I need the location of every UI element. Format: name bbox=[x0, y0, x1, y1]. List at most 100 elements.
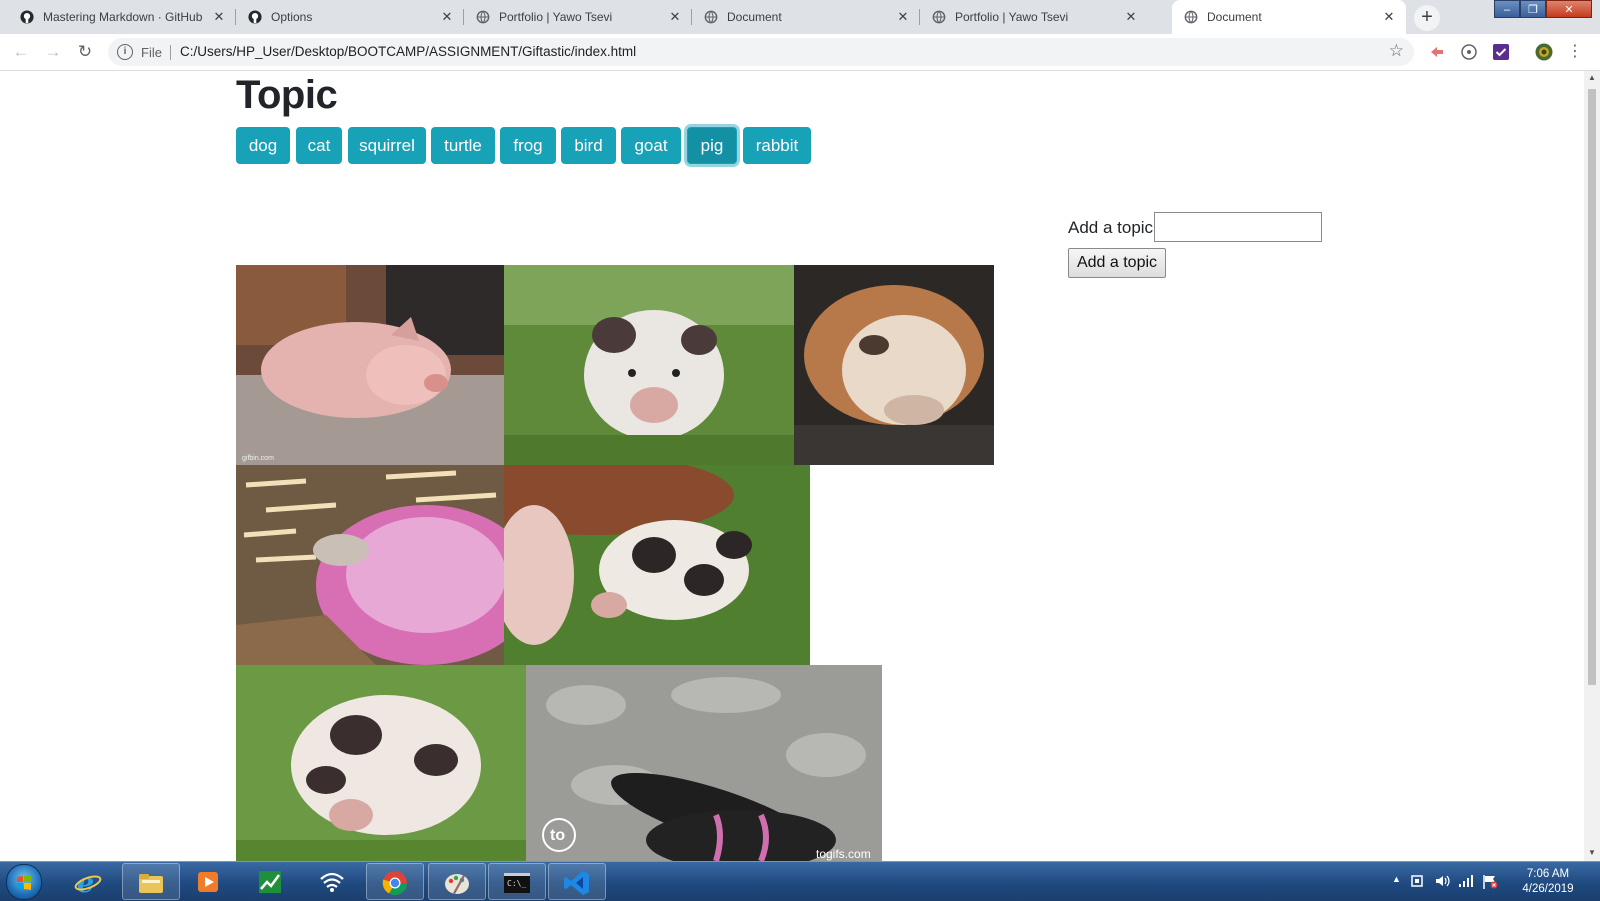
gif-logo-mark: to bbox=[550, 827, 565, 844]
network-signal-icon[interactable] bbox=[1458, 874, 1474, 888]
taskbar-paint[interactable] bbox=[428, 863, 486, 900]
browser-toolbar: ← → ↻ i File C:/Users/HP_User/Desktop/BO… bbox=[0, 34, 1600, 71]
topic-button-pig[interactable]: pig bbox=[687, 127, 737, 164]
close-window-button[interactable]: ✕ bbox=[1546, 0, 1592, 18]
profile-avatar-icon[interactable] bbox=[1535, 43, 1553, 61]
tab-close-icon[interactable]: ✕ bbox=[668, 9, 682, 25]
extension-circle-icon[interactable] bbox=[1460, 43, 1478, 61]
clock-date: 4/26/2019 bbox=[1522, 883, 1574, 895]
tab-close-icon[interactable]: ✕ bbox=[1382, 9, 1396, 25]
wifi-icon bbox=[320, 872, 344, 892]
taskbar-command-prompt[interactable]: C:\_ bbox=[488, 863, 546, 900]
gif-sleeping-piglet-image bbox=[794, 265, 994, 465]
taskbar-chrome[interactable] bbox=[366, 863, 424, 900]
action-center-flag-icon[interactable] bbox=[1482, 874, 1498, 889]
globe-icon bbox=[476, 10, 490, 24]
address-bar[interactable]: i File C:/Users/HP_User/Desktop/BOOTCAMP… bbox=[108, 38, 1414, 66]
maximize-button[interactable]: ❐ bbox=[1520, 0, 1546, 18]
tab-strip: Mastering Markdown · GitHub Guides ✕ Opt… bbox=[0, 0, 1600, 34]
add-topic-button[interactable]: Add a topic bbox=[1068, 248, 1166, 278]
taskbar-visual-studio-code[interactable] bbox=[548, 863, 606, 900]
gif-result[interactable] bbox=[504, 465, 810, 665]
gif-pig-on-carpet-image: gifbin.com bbox=[236, 265, 504, 465]
address-scheme: File bbox=[141, 45, 162, 60]
browser-tab[interactable]: Options ✕ bbox=[236, 0, 464, 34]
stock-chart-icon bbox=[259, 871, 281, 893]
show-hidden-icons-icon[interactable]: ▲ bbox=[1392, 874, 1401, 884]
tab-close-icon[interactable]: ✕ bbox=[212, 9, 226, 25]
topic-button-squirrel[interactable]: squirrel bbox=[348, 127, 426, 164]
menu-kebab-icon[interactable]: ⋮ bbox=[1564, 41, 1586, 63]
topic-button-rabbit[interactable]: rabbit bbox=[743, 127, 811, 164]
page-scrollbar[interactable]: ▲ ▼ bbox=[1584, 71, 1600, 861]
topic-button-goat[interactable]: goat bbox=[621, 127, 681, 164]
folder-icon bbox=[139, 874, 163, 893]
gif-result[interactable] bbox=[236, 465, 504, 665]
tab-close-icon[interactable]: ✕ bbox=[896, 9, 910, 25]
gif-result[interactable] bbox=[504, 265, 794, 465]
svg-text:C:\_: C:\_ bbox=[507, 879, 526, 888]
globe-icon bbox=[1184, 10, 1198, 24]
start-button[interactable] bbox=[6, 864, 42, 900]
scrollbar-thumb[interactable] bbox=[1588, 89, 1596, 685]
back-button[interactable]: ← bbox=[10, 41, 32, 63]
taskbar-stock-app[interactable] bbox=[242, 863, 300, 900]
taskbar-internet-explorer[interactable]: e bbox=[60, 863, 118, 900]
tab-title: Document bbox=[727, 10, 782, 24]
gif-result[interactable] bbox=[794, 265, 994, 465]
windows-flag-icon bbox=[17, 875, 31, 890]
scroll-up-icon[interactable]: ▲ bbox=[1584, 73, 1600, 82]
gif-piglet-tub-image bbox=[236, 465, 504, 665]
add-topic-input[interactable] bbox=[1154, 212, 1322, 242]
vscode-icon bbox=[564, 871, 589, 895]
forward-button[interactable]: → bbox=[42, 41, 64, 63]
topic-button-dog[interactable]: dog bbox=[236, 127, 290, 164]
gif-result[interactable]: gifbin.com bbox=[236, 265, 504, 465]
scroll-down-icon[interactable]: ▼ bbox=[1584, 848, 1600, 857]
address-url[interactable]: C:/Users/HP_User/Desktop/BOOTCAMP/ASSIGN… bbox=[180, 44, 636, 59]
browser-tab[interactable]: Mastering Markdown · GitHub Guides ✕ bbox=[8, 0, 236, 34]
windows-taskbar: e C:\_ ▲ 7:06 AM 4/26/2019 bbox=[0, 861, 1600, 901]
taskbar-media-player[interactable] bbox=[180, 863, 238, 900]
internet-explorer-icon: e bbox=[74, 868, 102, 896]
browser-tab[interactable]: Portfolio | Yawo Tsevi ✕ bbox=[920, 0, 1148, 34]
globe-icon bbox=[704, 10, 718, 24]
globe-icon bbox=[932, 10, 946, 24]
taskbar-clock[interactable]: 7:06 AM 4/26/2019 bbox=[1512, 867, 1584, 897]
usb-device-icon[interactable] bbox=[1410, 874, 1424, 888]
extension-cast-icon[interactable] bbox=[1428, 43, 1446, 61]
gif-result[interactable] bbox=[236, 665, 526, 861]
github-icon bbox=[20, 10, 34, 24]
taskbar-network-app[interactable] bbox=[304, 863, 362, 900]
tab-close-icon[interactable]: ✕ bbox=[440, 9, 454, 25]
github-icon bbox=[248, 10, 262, 24]
gif-result[interactable]: to togifs.com bbox=[526, 665, 882, 861]
gif-skateboard-piglet-image: to togifs.com bbox=[526, 665, 882, 861]
extension-check-icon[interactable] bbox=[1492, 43, 1510, 61]
new-tab-button[interactable]: + bbox=[1414, 5, 1440, 31]
tab-title: Portfolio | Yawo Tsevi bbox=[499, 10, 613, 24]
taskbar-file-explorer[interactable] bbox=[122, 863, 180, 900]
window-controls: – ❐ ✕ bbox=[1494, 0, 1592, 18]
minimize-button[interactable]: – bbox=[1494, 0, 1520, 18]
tab-title: Mastering Markdown · GitHub Guides bbox=[43, 10, 206, 24]
media-player-icon bbox=[198, 872, 218, 892]
topic-button-frog[interactable]: frog bbox=[500, 127, 556, 164]
browser-tab[interactable]: Document ✕ bbox=[692, 0, 920, 34]
address-divider bbox=[170, 45, 171, 60]
browser-tab[interactable]: Portfolio | Yawo Tsevi ✕ bbox=[464, 0, 692, 34]
tab-close-icon[interactable]: ✕ bbox=[1124, 9, 1138, 25]
bookmark-star-icon[interactable]: ☆ bbox=[1389, 41, 1404, 61]
volume-icon[interactable] bbox=[1434, 873, 1450, 889]
clock-time: 7:06 AM bbox=[1526, 868, 1570, 880]
command-prompt-icon: C:\_ bbox=[504, 873, 530, 893]
reload-button[interactable]: ↻ bbox=[74, 41, 96, 63]
topic-button-cat[interactable]: cat bbox=[296, 127, 342, 164]
info-icon[interactable]: i bbox=[117, 44, 133, 60]
tab-title: Portfolio | Yawo Tsevi bbox=[955, 10, 1069, 24]
tab-title: Options bbox=[271, 10, 313, 24]
browser-tab-active[interactable]: Document ✕ bbox=[1172, 0, 1406, 34]
tab-title: Document bbox=[1207, 10, 1262, 24]
topic-button-turtle[interactable]: turtle bbox=[431, 127, 495, 164]
topic-button-bird[interactable]: bird bbox=[561, 127, 616, 164]
